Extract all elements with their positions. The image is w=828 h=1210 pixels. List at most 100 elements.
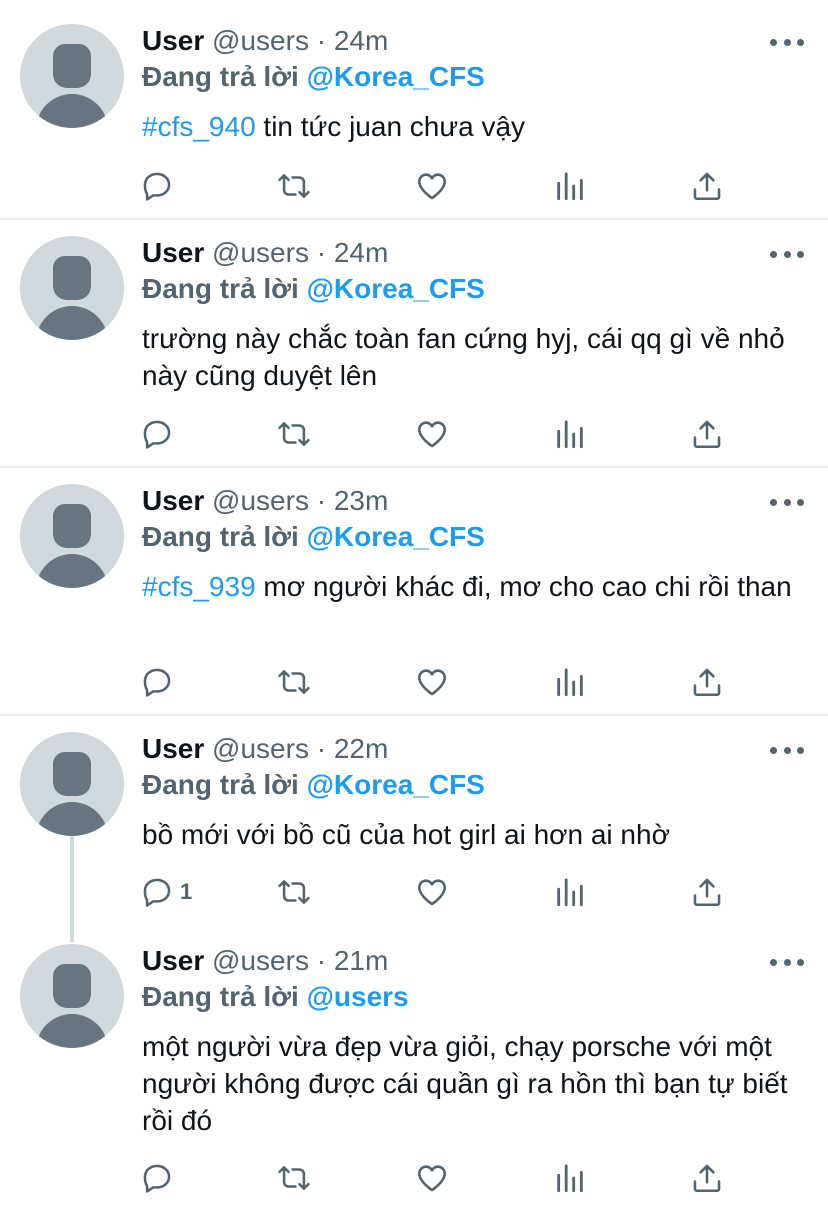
share-button[interactable] [690,1158,724,1198]
reply-bubble-icon [143,420,171,449]
tweet[interactable]: User @users · 22m Đang trả lời @Korea_CF… [0,716,828,936]
retweet-icon [278,670,310,694]
like-button[interactable] [415,662,449,702]
replying-mention[interactable]: @Korea_CFS [307,521,485,552]
tweet-header: User @users · 24m [142,24,388,58]
user-handle[interactable]: @users [212,25,309,56]
user-handle[interactable]: @users [212,237,309,268]
user-handle[interactable]: @users [212,945,309,976]
tweet-header: User @users · 22m [142,732,388,766]
replying-to: Đang trả lời @Korea_CFS [142,768,485,802]
views-button[interactable] [553,872,587,912]
more-horizontal-icon[interactable] [770,954,804,970]
display-name[interactable]: User [142,25,204,56]
avatar[interactable] [20,732,124,836]
display-name[interactable]: User [142,733,204,764]
retweet-button[interactable] [277,1158,311,1198]
avatar[interactable] [20,24,124,128]
like-button[interactable] [415,1158,449,1198]
avatar[interactable] [20,236,124,340]
tweet-body: trường này chắc toàn fan cứng hyj, cái q… [142,323,785,391]
tweet[interactable]: User @users · 21m Đang trả lời @users mộ… [0,928,828,1210]
share-button[interactable] [690,662,724,702]
replying-label: Đang trả lời [142,521,299,552]
tweet-body: mơ người khác đi, mơ cho cao chi rồi tha… [255,571,792,602]
retweet-button[interactable] [277,662,311,702]
tweet-body: một người vừa đẹp vừa giỏi, chạy porsche… [142,1031,788,1136]
retweet-icon [278,174,310,198]
retweet-icon [278,422,310,446]
replying-mention[interactable]: @Korea_CFS [307,273,485,304]
more-horizontal-icon[interactable] [770,742,804,758]
replying-label: Đang trả lời [142,273,299,304]
replying-mention[interactable]: @Korea_CFS [307,769,485,800]
user-handle[interactable]: @users [212,733,309,764]
tweet-actions: 1 [0,872,828,912]
hashtag[interactable]: #cfs_939 [142,571,256,602]
share-upload-icon [693,878,721,907]
tweet-body: tin tức juan chưa vậy [255,111,526,142]
share-upload-icon [693,420,721,449]
reply-count: 1 [180,879,193,904]
replying-label: Đang trả lời [142,61,299,92]
tweet[interactable]: User @users · 23m Đang trả lời @Korea_CF… [0,468,828,714]
replying-mention[interactable]: @Korea_CFS [307,61,485,92]
views-button[interactable] [553,414,587,454]
like-button[interactable] [415,166,449,206]
more-horizontal-icon[interactable] [770,494,804,510]
reply-bubble-icon [143,668,171,697]
heart-icon [417,421,447,448]
share-upload-icon [693,1164,721,1193]
timestamp[interactable]: 24m [334,237,388,268]
heart-icon [417,1165,447,1192]
more-horizontal-icon[interactable] [770,246,804,262]
tweet[interactable]: User @users · 24m Đang trả lời @Korea_CF… [0,220,828,466]
tweet-text: bồ mới với bồ cũ của hot girl ai hơn ai … [142,816,802,853]
display-name[interactable]: User [142,945,204,976]
heart-icon [417,879,447,906]
display-name[interactable]: User [142,237,204,268]
tweet-text: trường này chắc toàn fan cứng hyj, cái q… [142,320,802,394]
reply-bubble-icon [143,878,171,907]
reply-button[interactable] [140,166,180,206]
reply-button[interactable] [140,414,180,454]
tweet[interactable]: User @users · 24m Đang trả lời @Korea_CF… [0,0,828,218]
share-button[interactable] [690,872,724,912]
timestamp[interactable]: 22m [334,733,388,764]
bar-chart-icon [557,878,583,907]
retweet-icon [278,1166,310,1190]
retweet-button[interactable] [277,414,311,454]
replying-to: Đang trả lời @Korea_CFS [142,272,485,306]
separator-dot: · [316,945,327,976]
reply-button[interactable] [140,1158,180,1198]
share-button[interactable] [690,414,724,454]
tweet-header: User @users · 21m [142,944,388,978]
avatar[interactable] [20,944,124,1048]
display-name[interactable]: User [142,485,204,516]
reply-button[interactable]: 1 [140,872,192,912]
replying-to: Đang trả lời @Korea_CFS [142,520,485,554]
replying-to: Đang trả lời @Korea_CFS [142,60,485,94]
reply-bubble-icon [143,172,171,201]
retweet-button[interactable] [277,166,311,206]
reply-button[interactable] [140,662,180,702]
views-button[interactable] [553,662,587,702]
timestamp[interactable]: 24m [334,25,388,56]
like-button[interactable] [415,872,449,912]
hashtag[interactable]: #cfs_940 [142,111,256,142]
separator-dot: · [316,485,327,516]
timestamp[interactable]: 21m [334,945,388,976]
views-button[interactable] [553,1158,587,1198]
retweet-button[interactable] [277,872,311,912]
separator-dot: · [316,25,327,56]
share-button[interactable] [690,166,724,206]
avatar[interactable] [20,484,124,588]
tweet-actions [0,166,828,206]
replying-mention[interactable]: @users [307,981,409,1012]
timestamp[interactable]: 23m [334,485,388,516]
like-button[interactable] [415,414,449,454]
views-button[interactable] [553,166,587,206]
tweet-actions [0,662,828,702]
user-handle[interactable]: @users [212,485,309,516]
more-horizontal-icon[interactable] [770,34,804,50]
